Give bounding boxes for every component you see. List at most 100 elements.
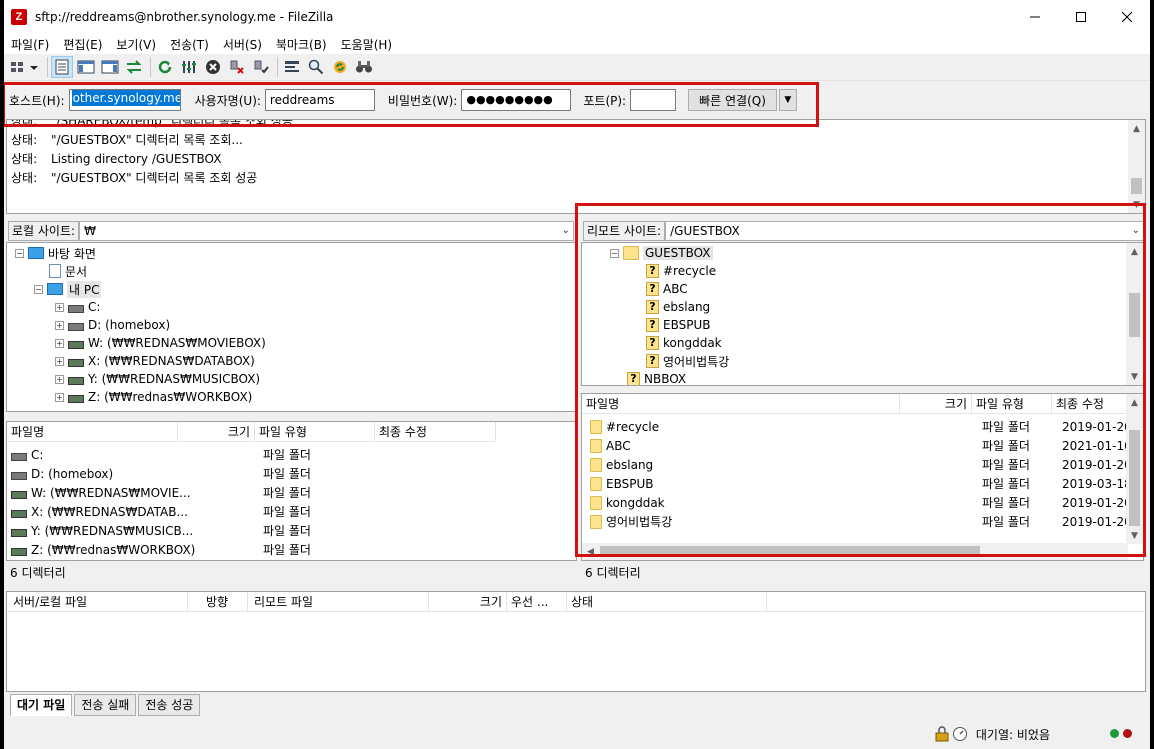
window-title: sftp://reddreams@nbrother.synology.me - … [35,10,334,24]
highlight-quickconnect [4,82,819,127]
menu-edit[interactable]: 편집(E) [56,36,109,53]
tree-node-drive-y[interactable]: + Y: (₩₩REDNAS₩MUSICBOX) [55,370,260,388]
tree-node-drive-c[interactable]: + C: [55,298,100,316]
site-manager-button[interactable] [8,56,42,78]
highlight-remote-panel [575,203,1146,557]
disconnect-icon [230,60,244,74]
download-indicator-icon [1123,729,1132,738]
reconnect-icon [254,60,269,74]
col-server-local-file[interactable]: 서버/로컬 파일 [7,592,188,612]
search-remote-button[interactable] [353,56,375,78]
col-type[interactable]: 파일 유형 [255,422,375,442]
col-priority[interactable]: 우선 ... [507,592,567,612]
queue-status: 대기열: 비었음 [975,727,1050,742]
chevron-down-icon[interactable]: ⌄ [562,222,570,240]
disconnect-button[interactable] [226,56,248,78]
col-status[interactable]: 상태 [567,592,767,612]
network-drive-icon [68,359,84,367]
tree-node-drive-z[interactable]: + Z: (₩₩rednas₩WORKBOX) [55,388,252,406]
toggle-local-tree-button[interactable] [75,56,97,78]
status-bar: 대기열: 비었음 [4,721,1150,747]
filezilla-icon: Z [11,9,27,25]
local-site-label: 로컬 사이트: [8,221,80,241]
message-log[interactable]: 상태: "/SHAREBOX/temp" 디렉터리 목록 조회 성공 상태: "/G… [6,119,1146,214]
network-drive-icon [11,490,27,499]
maximize-button[interactable] [1058,0,1104,34]
menu-transfer[interactable]: 전송(T) [163,36,216,53]
scroll-thumb[interactable] [1131,178,1142,194]
transfer-arrows-icon [126,60,142,74]
filter-icon [285,61,299,72]
local-site-bar: 로컬 사이트: ₩ ⌄ [8,220,574,242]
close-icon [1121,11,1133,23]
title-bar: Z sftp://reddreams@nbrother.synology.me … [4,0,1150,34]
menu-bar: 파일(F) 편집(E) 보기(V) 전송(T) 서버(S) 북마크(B) 도움말… [4,34,1150,54]
sync-icon [334,61,346,73]
maximize-icon [1076,12,1086,22]
drive-icon [11,471,27,480]
table-row[interactable]: C: 파일 폴더 [7,445,311,464]
local-tree[interactable]: − 바탕 화면 문서 − 내 PC + C: + D: (homebox) + W: (₩… [6,242,577,412]
tree-node-drive-x[interactable]: + X: (₩₩REDNAS₩DATABOX) [55,352,255,370]
menu-view[interactable]: 보기(V) [109,36,163,53]
col-size[interactable]: 크기 [429,592,507,612]
log-line: 상태: Listing directory /GUESTBOX [11,152,222,166]
network-drive-icon [11,547,27,556]
toggle-queue-button[interactable] [123,56,145,78]
magnifier-icon [308,59,324,75]
refresh-icon [158,60,172,74]
tab-successful[interactable]: 전송 성공 [138,694,201,716]
close-button[interactable] [1104,0,1150,34]
menu-server[interactable]: 서버(S) [216,36,269,53]
upload-indicator-icon [1110,729,1119,738]
drive-icon [11,452,27,461]
tab-failed[interactable]: 전송 실패 [74,694,137,716]
col-remote-file[interactable]: 리모트 파일 [248,592,429,612]
menu-help[interactable]: 도움말(H) [334,36,400,53]
directory-filter-button[interactable] [281,56,303,78]
menu-bookmarks[interactable]: 북마크(B) [269,36,334,53]
drive-icon [68,323,84,331]
tree-node-mypc[interactable]: − 내 PC [34,280,102,298]
toolbar [4,54,1150,81]
refresh-button[interactable] [154,56,176,78]
toggle-remote-tree-button[interactable] [99,56,121,78]
col-size[interactable]: 크기 [178,422,255,442]
tree-node-drive-w[interactable]: + W: (₩₩REDNAS₩MOVIEBOX) [55,334,266,352]
local-file-list[interactable]: 파일명 크기 파일 유형 최종 수정 C: 파일 폴더 D: (homebox) 파… [6,421,577,561]
pc-icon [47,283,63,295]
log-line: 상태: "/GUESTBOX" 디렉터리 목록 조회... [11,133,243,147]
activity-indicators [1106,727,1132,741]
menu-file[interactable]: 파일(F) [4,36,56,53]
tab-queued[interactable]: 대기 파일 [10,694,73,716]
toggle-log-button[interactable] [51,56,73,78]
table-row[interactable]: D: (homebox) 파일 폴더 [7,464,311,483]
directory-compare-button[interactable] [305,56,327,78]
minimize-icon [1030,16,1040,18]
table-row[interactable]: Y: (₩₩REDNAS₩MUSICB... 파일 폴더 [7,521,311,540]
table-row[interactable]: X: (₩₩REDNAS₩DATAB... 파일 폴더 [7,502,311,521]
table-row[interactable]: Z: (₩₩rednas₩WORKBOX) 파일 폴더 [7,540,311,559]
transfer-queue[interactable]: 서버/로컬 파일 방향 리모트 파일 크기 우선 ... 상태 [6,591,1146,692]
scroll-up-icon[interactable]: ▲ [1128,120,1145,137]
reconnect-button[interactable] [250,56,272,78]
filezilla-window: Z sftp://reddreams@nbrother.synology.me … [4,0,1150,749]
queue-tabs: 대기 파일 전송 실패 전송 성공 [10,694,202,716]
log-scrollbar[interactable]: ▲ ▼ [1128,120,1145,213]
cancel-operation-button[interactable] [202,56,224,78]
process-queue-button[interactable] [178,56,200,78]
col-direction[interactable]: 방향 [188,592,248,612]
tree-node-documents[interactable]: 문서 [49,262,87,280]
tree-node-drive-d[interactable]: + D: (homebox) [55,316,170,334]
cancel-icon [206,60,220,74]
col-filename[interactable]: 파일명 [7,422,178,442]
binoculars-icon [356,61,372,73]
local-tree-icon [77,60,95,74]
table-row[interactable]: W: (₩₩REDNAS₩MOVIE... 파일 폴더 [7,483,311,502]
sync-browsing-button[interactable] [329,56,351,78]
tree-node-desktop[interactable]: − 바탕 화면 [15,244,96,262]
network-drive-icon [11,509,27,518]
minimize-button[interactable] [1012,0,1058,34]
local-site-combo[interactable]: ₩ ⌄ [79,221,574,241]
col-modified[interactable]: 최종 수정 [375,422,496,442]
